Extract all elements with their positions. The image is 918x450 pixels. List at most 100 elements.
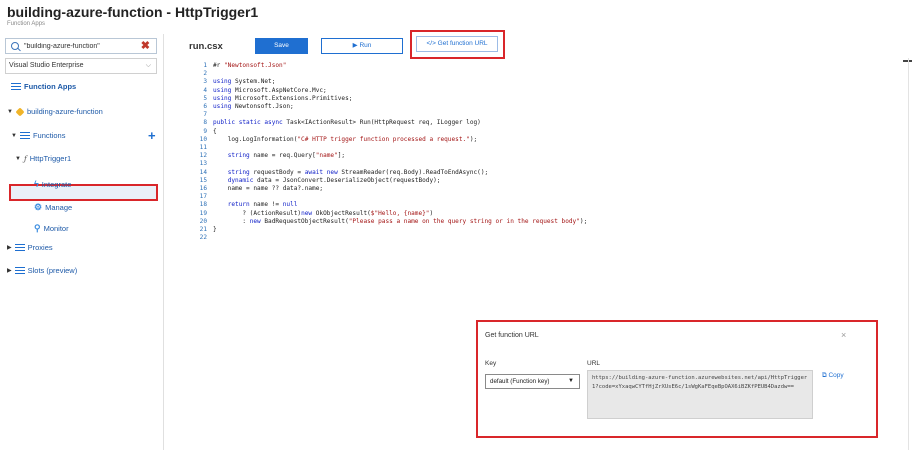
editor-divider [908, 58, 909, 450]
code-text: using System.Net; [213, 78, 276, 86]
line-number: 3 [203, 78, 207, 86]
sidebar-item-label: Integrate [41, 179, 72, 189]
code-text: log.LogInformation("C# HTTP trigger func… [213, 135, 478, 143]
code-line[interactable]: 10 log.LogInformation("C# HTTP trigger f… [163, 135, 478, 144]
code-line[interactable]: 19 ? (ActionResult)new OkObjectResult($"… [163, 209, 434, 218]
line-number: 15 [199, 176, 207, 184]
code-line[interactable]: 8 public static async Task<IActionResult>… [163, 119, 481, 127]
sidebar-item-label: Proxies [27, 243, 53, 252]
selected-highlight [9, 184, 158, 201]
sidebar: ✖ Visual Studio Enterprise ⌵ Function Ap… [0, 34, 164, 450]
sidebar-item-label: HttpTrigger1 [29, 154, 72, 163]
code-line[interactable]: 1 #r "Newtonsoft.Json" [163, 62, 286, 70]
save-button[interactable]: Save [255, 38, 308, 54]
get-function-url-button[interactable]: </> Get function URL [416, 36, 498, 52]
expand-caret-icon: ▼ [15, 155, 21, 162]
search-box[interactable]: ✖ [5, 38, 157, 54]
line-number: 14 [199, 168, 207, 176]
code-line[interactable]: 15 dynamic data = JsonConvert.Deserializ… [163, 176, 441, 185]
code-line[interactable]: 21} [163, 226, 217, 234]
code-line[interactable]: 20 : new BadRequestObjectResult("Please … [163, 217, 588, 226]
expand-caret-icon: ▶ [7, 245, 12, 251]
run-label: Run [359, 42, 372, 49]
line-number: 1 [203, 62, 207, 69]
list-icon [19, 131, 30, 140]
code-line[interactable]: 22 [163, 234, 213, 242]
editor-toolbar: run.csx Save ▶ Run </> Get function URL [163, 30, 918, 59]
url-field[interactable]: https://building-azure-function.azureweb… [587, 370, 813, 419]
line-number: 17 [199, 193, 207, 201]
list-icon [14, 266, 25, 275]
key-select[interactable]: default (Function key) ▼ [485, 374, 580, 389]
code-line[interactable]: 16 name = name ?? data?.name; [163, 185, 323, 193]
code-text: using Microsoft.AspNetCore.Mvc; [213, 86, 327, 94]
sidebar-item-httptrigger1[interactable]: ▼ ƒ HttpTrigger1 [15, 154, 71, 163]
code-line[interactable]: 5 using Microsoft.Extensions.Primitives; [163, 95, 352, 103]
code-line[interactable]: 4 using Microsoft.AspNetCore.Mvc; [163, 86, 327, 95]
clear-search-icon[interactable]: ✖ [141, 39, 150, 53]
close-icon[interactable]: × [841, 330, 846, 340]
page-subtitle: Function Apps [7, 21, 46, 27]
line-number: 10 [199, 135, 207, 143]
code-line[interactable]: 2 [163, 70, 213, 78]
subscription-select[interactable]: Visual Studio Enterprise ⌵ [5, 58, 157, 74]
code-text: } [213, 226, 217, 233]
code-text: { [213, 127, 217, 135]
sidebar-item-label: Monitor [43, 224, 69, 233]
line-number: 12 [199, 152, 207, 160]
page-header: building-azure-function - HttpTrigger1 F… [0, 0, 918, 30]
sidebar-item-functions[interactable]: ▼ Functions [11, 131, 65, 140]
sidebar-item-label: Slots (preview) [27, 266, 78, 275]
code-text: ? (ActionResult)new OkObjectResult($"Hel… [213, 209, 434, 217]
line-number: 7 [203, 111, 207, 119]
gear-icon: ⚙ [34, 202, 43, 212]
key-select-value: default (Function key) [490, 378, 550, 385]
code-line[interactable]: 6 using Newtonsoft.Json; [163, 103, 293, 111]
code-editor[interactable]: 1 #r "Newtonsoft.Json" 2 3 using System.Net;… [163, 60, 908, 320]
get-function-url-dialog: Get function URL × Key default (Function… [478, 322, 876, 436]
line-number: 4 [203, 86, 207, 94]
code-text: using Microsoft.Extensions.Primitives; [213, 94, 353, 102]
code-line[interactable]: 7 [163, 111, 213, 119]
code-text: string name = req.Query["name"]; [227, 152, 346, 160]
copy-button[interactable]: ⧉ Copy [822, 372, 844, 380]
search-input[interactable] [24, 40, 134, 52]
run-button[interactable]: ▶ Run [321, 38, 403, 54]
line-number: 8 [203, 119, 207, 127]
code-line[interactable]: 18 return name != null [163, 201, 298, 209]
chevron-down-icon: ⌵ [145, 62, 151, 69]
code-line[interactable]: 11 [163, 144, 213, 152]
sidebar-item-integrate[interactable]: ϟ Integrate [34, 179, 71, 189]
code-text: name = name ?? data?.name; [213, 185, 324, 192]
line-number: 13 [199, 160, 207, 168]
code-line[interactable]: 9{ [163, 127, 217, 136]
sidebar-item-manage[interactable]: ⚙ Manage [34, 202, 72, 213]
sidebar-item-label: Manage [45, 203, 73, 212]
sidebar-item-proxies[interactable]: ▶ Proxies [7, 243, 53, 252]
search-icon [11, 42, 19, 50]
file-name: run.csx [189, 41, 223, 52]
sidebar-item-app[interactable]: ▼ building-azure-function [7, 106, 103, 117]
code-text: string requestBody = await new StreamRea… [227, 168, 489, 176]
search-icon: ⚲ [34, 223, 41, 233]
code-line[interactable]: 17 [163, 193, 213, 201]
code-line[interactable]: 14 string requestBody = await new Stream… [163, 168, 489, 177]
sidebar-item-monitor[interactable]: ⚲ Monitor [34, 223, 69, 234]
add-function-icon[interactable]: + [148, 129, 156, 142]
lightning-icon: ϟ [34, 179, 39, 189]
line-number: 20 [199, 217, 207, 225]
sidebar-item-function-apps[interactable]: Function Apps [11, 82, 76, 91]
code-line[interactable]: 12 string name = req.Query["name"]; [163, 152, 345, 160]
line-number: 9 [203, 127, 207, 135]
code-line[interactable]: 3 using System.Net; [163, 78, 275, 86]
copy-label: Copy [828, 372, 844, 379]
line-number: 5 [203, 94, 207, 102]
url-label: URL [587, 360, 601, 367]
code-line[interactable]: 13 [163, 160, 213, 168]
sidebar-item-label: Function Apps [24, 82, 77, 91]
sidebar-item-slots[interactable]: ▶ Slots (preview) [7, 266, 77, 275]
page-title: building-azure-function - HttpTrigger1 [7, 4, 259, 20]
line-number: 16 [199, 185, 207, 192]
expand-caret-icon: ▼ [7, 108, 13, 115]
subscription-value: Visual Studio Enterprise [9, 62, 84, 69]
